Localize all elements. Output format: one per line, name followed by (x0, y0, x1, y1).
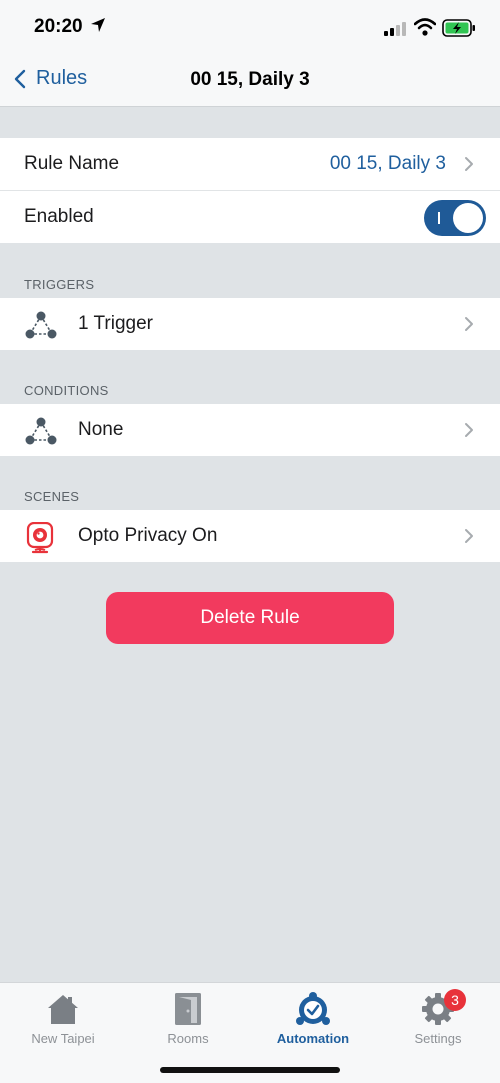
enabled-row: Enabled (0, 190, 500, 243)
triangle-nodes-icon (25, 311, 57, 339)
status-time: 20:20 (34, 16, 83, 37)
scene-item-label: Opto Privacy On (78, 525, 218, 546)
chevron-right-icon (465, 423, 473, 437)
home-indicator (160, 1067, 340, 1073)
rule-name-label: Rule Name (24, 153, 120, 174)
door-icon (175, 993, 201, 1025)
tab-bar: New Taipei Rooms Automation 3 Settings (0, 982, 500, 1083)
status-bar: 20:20 (0, 0, 500, 56)
scenes-group: Opto Privacy On (0, 510, 500, 562)
tab-label: Rooms (167, 1031, 209, 1046)
tab-label: Settings (414, 1031, 462, 1046)
location-arrow-icon (91, 18, 105, 32)
chevron-right-icon (465, 157, 473, 171)
rule-name-row[interactable]: Rule Name 00 15, Daily 3 (0, 138, 500, 190)
trigger-item[interactable]: 1 Trigger (0, 298, 500, 350)
tab-label: New Taipei (31, 1031, 95, 1046)
triggers-header: TRIGGERS (24, 277, 95, 292)
home-icon (48, 995, 78, 1024)
tab-new-taipei[interactable]: New Taipei (13, 989, 113, 1049)
cellular-signal-icon (384, 22, 406, 36)
conditions-group: None (0, 404, 500, 456)
scene-item[interactable]: Opto Privacy On (0, 510, 500, 562)
tab-automation[interactable]: Automation (263, 989, 363, 1049)
triggers-group: 1 Trigger (0, 298, 500, 350)
scenes-header: SCENES (24, 489, 80, 504)
enabled-label: Enabled (24, 206, 94, 227)
triangle-nodes-icon (25, 417, 57, 445)
chevron-right-icon (465, 529, 473, 543)
rule-name-value: 00 15, Daily 3 (329, 153, 446, 174)
delete-rule-button[interactable]: Delete Rule (106, 592, 394, 644)
camera-icon (26, 522, 54, 554)
condition-item[interactable]: None (0, 404, 500, 456)
tab-label: Automation (276, 1031, 350, 1046)
enabled-toggle[interactable] (424, 200, 486, 236)
condition-item-label: None (78, 419, 124, 440)
chevron-right-icon (465, 317, 473, 331)
settings-badge: 3 (444, 989, 466, 1011)
navigation-bar: Rules 00 15, Daily 3 (0, 56, 500, 107)
battery-charging-icon (442, 19, 475, 37)
tab-settings[interactable]: 3 Settings (388, 989, 488, 1049)
trigger-item-label: 1 Trigger (78, 313, 153, 334)
tab-rooms[interactable]: Rooms (138, 989, 238, 1049)
conditions-header: CONDITIONS (24, 383, 109, 398)
page-title: 00 15, Daily 3 (190, 69, 310, 90)
wifi-icon (414, 18, 436, 36)
automation-icon (296, 992, 330, 1025)
rule-settings-group: Rule Name 00 15, Daily 3 Enabled (0, 138, 500, 243)
